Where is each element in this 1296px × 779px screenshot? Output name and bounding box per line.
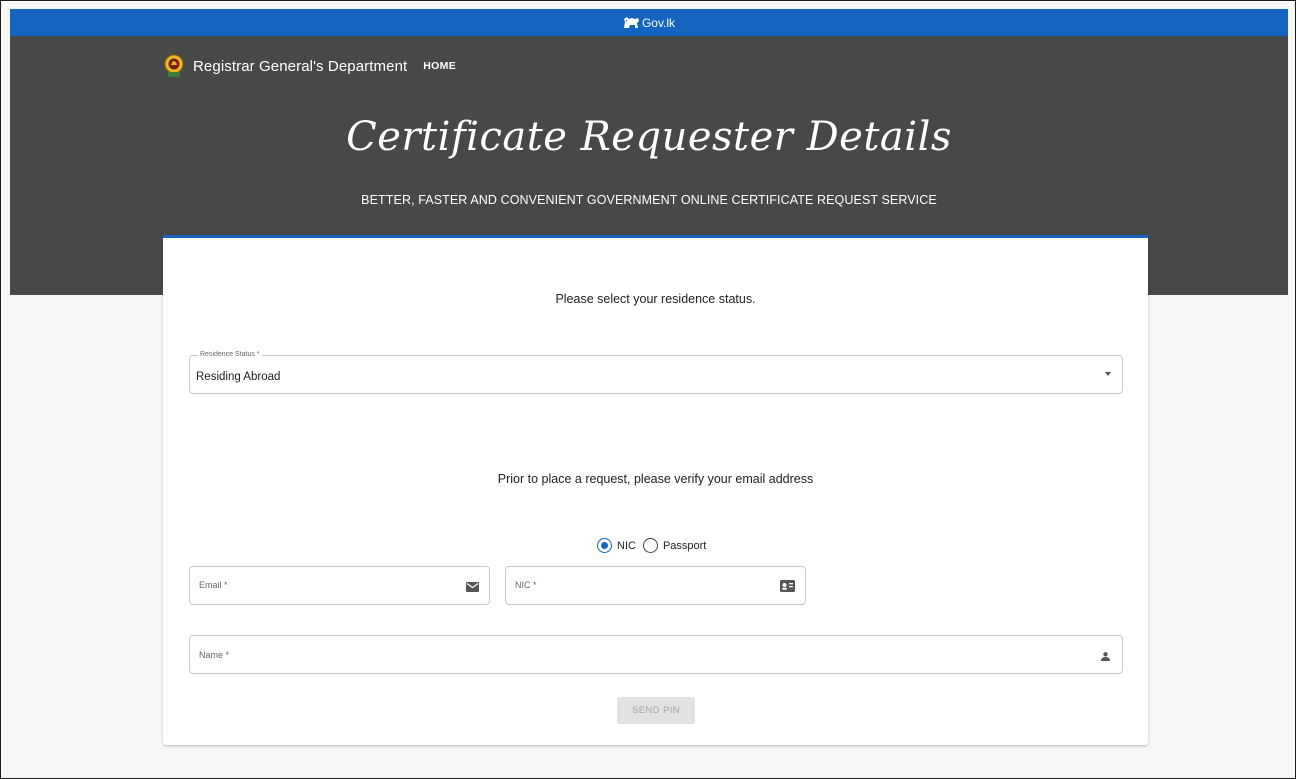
nic-field[interactable]: NIC *	[505, 566, 806, 605]
id-type-radio-group: NIC Passport	[597, 538, 713, 553]
nav-home-link[interactable]: HOME	[423, 60, 456, 72]
gov-lk-label: Gov.lk	[641, 15, 676, 30]
radio-passport-label[interactable]: Passport	[663, 540, 706, 552]
browser-viewport: Gov.lk Registrar General's Department HO…	[0, 0, 1296, 779]
gov-lk-logo[interactable]: Gov.lk	[623, 16, 675, 30]
envelope-icon	[466, 582, 479, 592]
page-subtitle: BETTER, FASTER AND CONVENIENT GOVERNMENT…	[361, 193, 937, 207]
residence-status-value: Residing Abroad	[196, 371, 281, 383]
send-pin-button[interactable]: SEND PIN	[617, 697, 695, 724]
radio-nic-label[interactable]: NIC	[617, 540, 636, 552]
residence-prompt: Please select your residence status.	[555, 292, 756, 306]
person-icon	[1101, 652, 1110, 661]
verify-email-prompt: Prior to place a request, please verify …	[497, 472, 814, 486]
sri-lanka-emblem-icon	[164, 54, 184, 77]
residence-status-label: Residence Status *	[198, 351, 262, 359]
brand: Registrar General's Department HOME	[164, 54, 456, 78]
dropdown-arrow-icon[interactable]	[1105, 372, 1111, 376]
id-card-icon	[780, 580, 795, 592]
department-name: Registrar General's Department	[193, 57, 408, 75]
page-title: Certificate Requester Details	[346, 114, 952, 160]
residence-status-select[interactable]: Residence Status * Residing Abroad	[189, 351, 1123, 394]
gov-bar: Gov.lk	[10, 9, 1288, 36]
radio-nic[interactable]	[597, 538, 612, 553]
email-field[interactable]: Email *	[189, 566, 490, 605]
name-field[interactable]: Name *	[189, 635, 1123, 674]
nic-placeholder: NIC *	[515, 580, 537, 590]
name-placeholder: Name *	[199, 650, 230, 660]
requester-form-card: Please select your residence status. Res…	[163, 235, 1148, 745]
lion-icon	[623, 17, 639, 28]
email-placeholder: Email *	[199, 580, 228, 590]
radio-passport[interactable]	[642, 538, 658, 553]
